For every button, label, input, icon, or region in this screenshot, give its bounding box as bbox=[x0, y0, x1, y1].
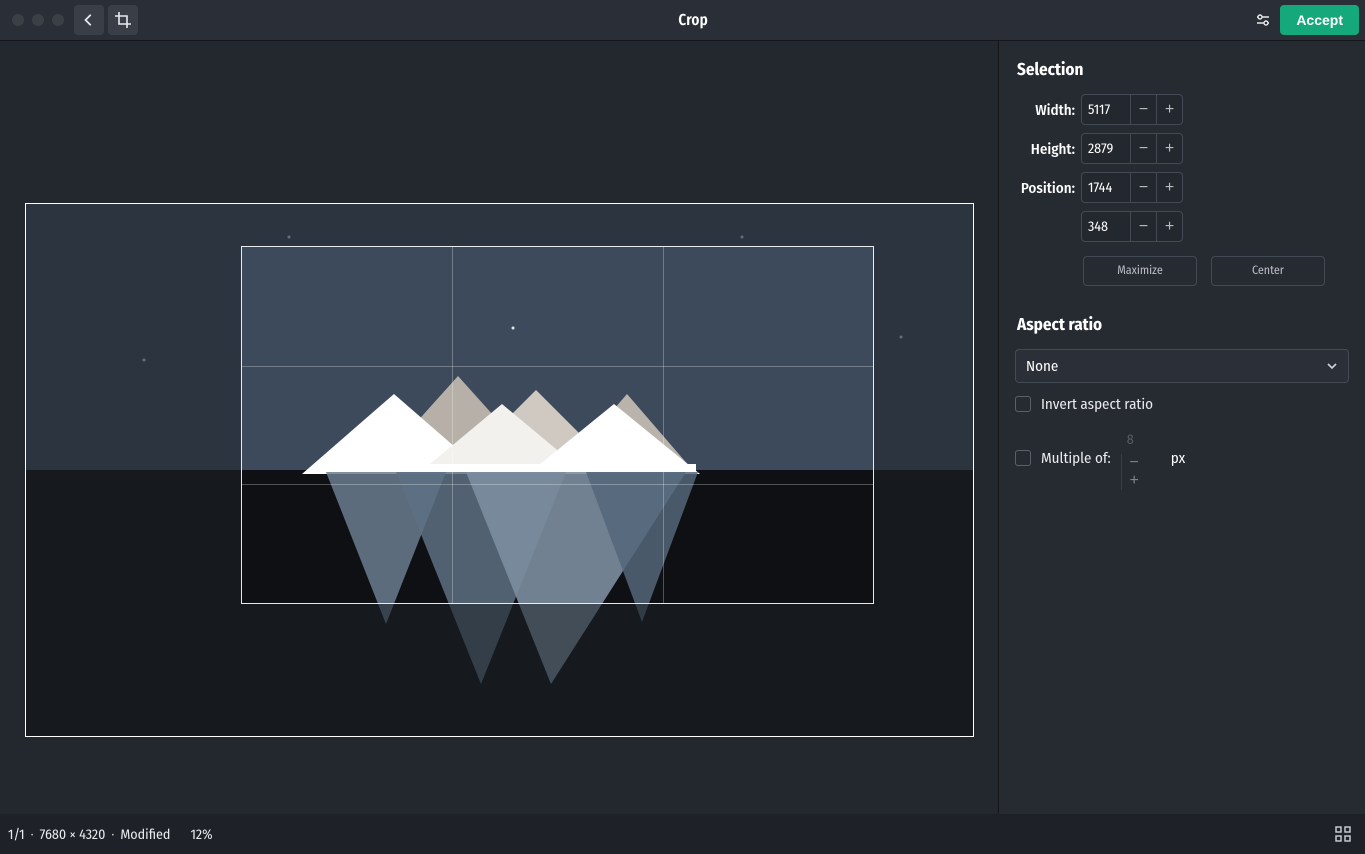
pos-y-input[interactable] bbox=[1082, 212, 1130, 241]
invert-aspect-label: Invert aspect ratio bbox=[1041, 395, 1153, 413]
pos-y-decrement[interactable]: − bbox=[1130, 212, 1156, 241]
selection-heading: Selection bbox=[1017, 59, 1349, 80]
chevron-left-icon bbox=[82, 13, 96, 27]
footer-sep2: · bbox=[111, 826, 114, 843]
width-increment[interactable]: + bbox=[1156, 95, 1182, 124]
height-label: Height: bbox=[1015, 140, 1075, 158]
chevron-down-icon bbox=[1326, 360, 1338, 372]
accept-button[interactable]: Accept bbox=[1280, 5, 1359, 35]
pos-x-decrement[interactable]: − bbox=[1130, 173, 1156, 202]
statusbar: 1/1 · 7680 × 4320 · Modified 12% bbox=[0, 814, 1365, 854]
height-spin[interactable]: − + bbox=[1081, 133, 1183, 164]
height-increment[interactable]: + bbox=[1156, 134, 1182, 163]
multiple-of-label: Multiple of: bbox=[1041, 449, 1111, 467]
window-controls bbox=[12, 14, 64, 26]
height-input[interactable] bbox=[1082, 134, 1130, 163]
aspect-ratio-value: None bbox=[1026, 357, 1058, 375]
width-spin[interactable]: − + bbox=[1081, 94, 1183, 125]
grid-icon bbox=[1335, 826, 1351, 842]
footer-sep1: · bbox=[31, 826, 34, 843]
aspect-heading: Aspect ratio bbox=[1017, 314, 1349, 335]
multiple-of-increment[interactable]: + bbox=[1121, 472, 1147, 490]
adjust-button[interactable] bbox=[1248, 5, 1278, 35]
footer-dims: 7680 × 4320 bbox=[40, 826, 106, 843]
pos-y-spin[interactable]: − + bbox=[1081, 211, 1183, 242]
crop-icon bbox=[115, 12, 131, 28]
canvas-area[interactable] bbox=[0, 41, 998, 814]
titlebar: Crop Accept bbox=[0, 0, 1365, 41]
width-label: Width: bbox=[1015, 101, 1075, 119]
footer-index: 1/1 bbox=[8, 826, 25, 843]
window-max-dot[interactable] bbox=[52, 14, 64, 26]
crop-tool-button[interactable] bbox=[108, 5, 138, 35]
crop-selection[interactable] bbox=[242, 247, 873, 603]
multiple-of-checkbox[interactable] bbox=[1015, 450, 1031, 466]
gallery-button[interactable] bbox=[1329, 820, 1357, 848]
maximize-button[interactable]: Maximize bbox=[1083, 256, 1197, 286]
sidebar: Selection Width: − + Height: − + Positio… bbox=[998, 41, 1365, 814]
footer-status: Modified bbox=[120, 826, 170, 843]
multiple-of-decrement[interactable]: − bbox=[1121, 454, 1147, 472]
position-label: Position: bbox=[1015, 179, 1075, 197]
invert-aspect-checkbox[interactable] bbox=[1015, 396, 1031, 412]
width-input[interactable] bbox=[1082, 95, 1130, 124]
image-frame bbox=[25, 203, 974, 737]
window-close-dot[interactable] bbox=[12, 14, 24, 26]
multiple-of-unit: px bbox=[1171, 449, 1185, 467]
window-title: Crop bbox=[140, 11, 1246, 29]
width-decrement[interactable]: − bbox=[1130, 95, 1156, 124]
window-min-dot[interactable] bbox=[32, 14, 44, 26]
pos-x-spin[interactable]: − + bbox=[1081, 172, 1183, 203]
multiple-of-input[interactable] bbox=[1121, 425, 1161, 454]
pos-x-increment[interactable]: + bbox=[1156, 173, 1182, 202]
aspect-ratio-select[interactable]: None bbox=[1015, 349, 1349, 383]
pos-y-increment[interactable]: + bbox=[1156, 212, 1182, 241]
center-button[interactable]: Center bbox=[1211, 256, 1325, 286]
pos-x-input[interactable] bbox=[1082, 173, 1130, 202]
back-button[interactable] bbox=[74, 5, 104, 35]
multiple-of-spin[interactable]: − + bbox=[1121, 425, 1161, 490]
footer-zoom: 12% bbox=[190, 826, 212, 843]
height-decrement[interactable]: − bbox=[1130, 134, 1156, 163]
sliders-icon bbox=[1255, 12, 1271, 28]
